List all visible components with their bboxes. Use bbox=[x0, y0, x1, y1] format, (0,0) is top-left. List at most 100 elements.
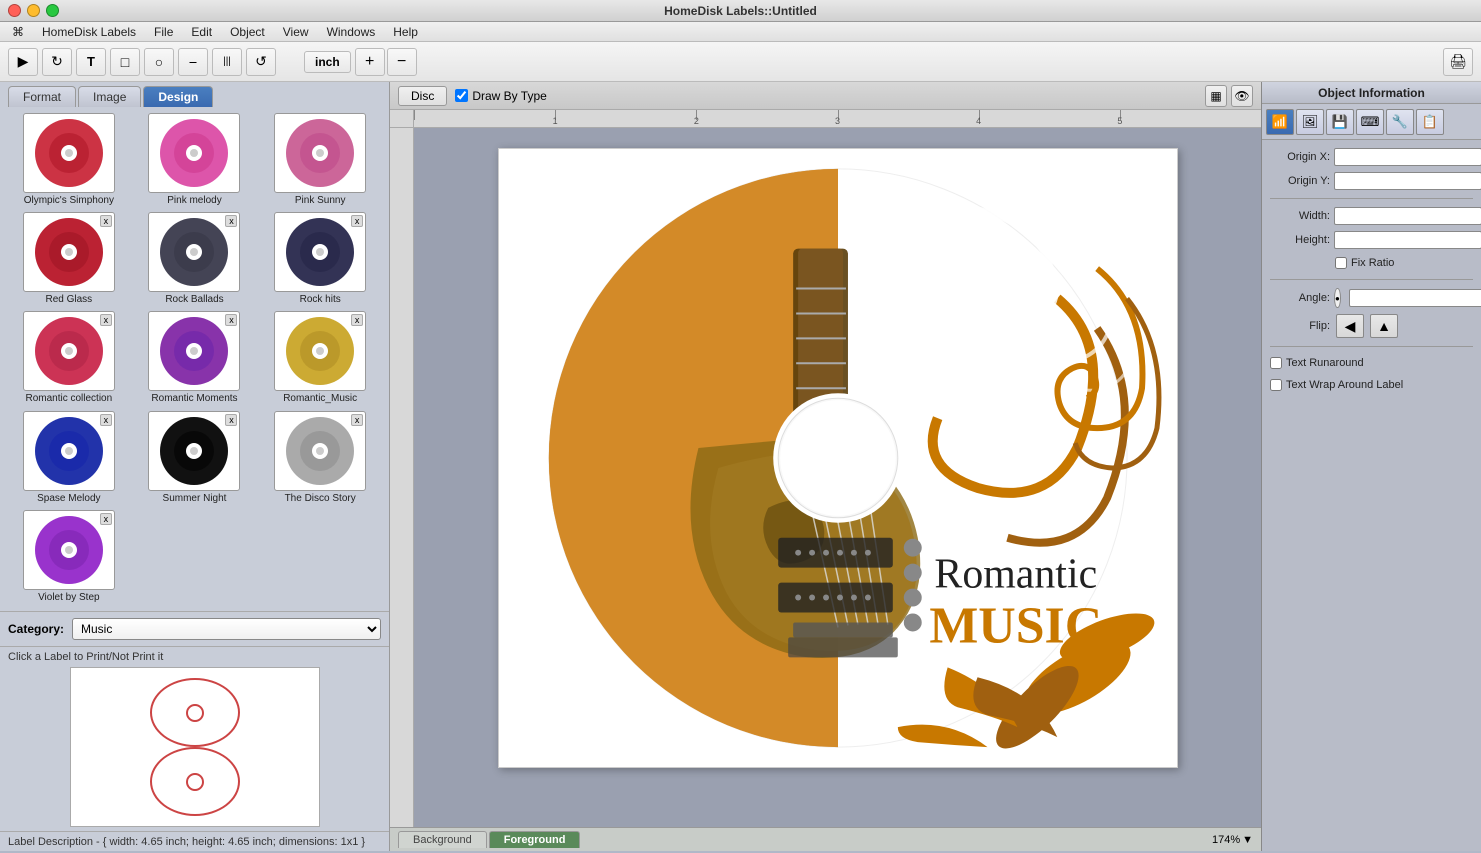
ruler-corner bbox=[390, 110, 414, 128]
rp-icon-2[interactable]: 🖼 bbox=[1296, 109, 1324, 135]
horizontal-ruler: 12345 bbox=[414, 110, 1261, 128]
draw-by-type: Draw By Type bbox=[455, 89, 546, 103]
unit-button[interactable]: inch bbox=[304, 51, 351, 73]
thumb-close[interactable]: x bbox=[351, 314, 363, 326]
flip-horizontal-button[interactable]: ◀ bbox=[1336, 314, 1364, 338]
thumb-close[interactable]: x bbox=[225, 314, 237, 326]
rp-icon-4[interactable]: ⌨ bbox=[1356, 109, 1384, 135]
tab-image[interactable]: Image bbox=[78, 86, 141, 107]
thumb-close[interactable]: x bbox=[225, 215, 237, 227]
minimize-button[interactable] bbox=[27, 4, 40, 17]
rotate-tool[interactable]: ↺ bbox=[246, 48, 276, 76]
thumb-item[interactable]: x Rock Ballads bbox=[134, 212, 256, 307]
print-button[interactable]: 🖨 bbox=[1443, 48, 1473, 76]
thumb-item[interactable]: x Romantic_Music bbox=[259, 311, 381, 406]
width-input[interactable] bbox=[1334, 207, 1481, 225]
maximize-button[interactable] bbox=[46, 4, 59, 17]
eye-btn[interactable]: 👁 bbox=[1231, 85, 1253, 107]
print-cd-hole-bottom bbox=[186, 773, 204, 791]
disc-toolbar: Disc Draw By Type ▦ 👁 bbox=[390, 82, 1261, 110]
zoom-indicator: 174% ▼ bbox=[1212, 834, 1253, 846]
thumb-item[interactable]: x Spase Melody bbox=[8, 411, 130, 506]
thumb-close[interactable]: x bbox=[351, 215, 363, 227]
thumb-item[interactable]: Pink melody bbox=[134, 113, 256, 208]
category-area: Category: Music Movies Games bbox=[0, 611, 389, 646]
line-tool[interactable]: ⎯ bbox=[178, 48, 208, 76]
disc-button[interactable]: Disc bbox=[398, 86, 447, 106]
origin-x-row: Origin X: ▲ ▼ bbox=[1270, 148, 1473, 166]
rect-tool[interactable]: □ bbox=[110, 48, 140, 76]
draw-by-type-label: Draw By Type bbox=[472, 89, 546, 103]
arrow-tool[interactable]: ▶ bbox=[8, 48, 38, 76]
menu-edit[interactable]: Edit bbox=[183, 23, 220, 41]
thumb-item[interactable]: x Violet by Step bbox=[8, 510, 130, 605]
thumb-image: x bbox=[23, 411, 115, 491]
thumb-item[interactable]: Pink Sunny bbox=[259, 113, 381, 208]
thumb-close[interactable]: x bbox=[100, 414, 112, 426]
menu-help[interactable]: Help bbox=[385, 23, 426, 41]
cd-design[interactable]: Romantic MUSIC bbox=[498, 148, 1178, 768]
fix-ratio-checkbox[interactable] bbox=[1335, 257, 1347, 269]
angle-dial[interactable]: ● bbox=[1334, 288, 1341, 308]
zoom-out-button[interactable]: − bbox=[387, 48, 417, 76]
menu-windows[interactable]: Windows bbox=[319, 23, 384, 41]
svg-text:Romantic: Romantic bbox=[934, 552, 1097, 598]
layer-btn[interactable]: ▦ bbox=[1205, 85, 1227, 107]
tab-foreground[interactable]: Foreground bbox=[489, 831, 581, 848]
origin-x-input[interactable] bbox=[1334, 148, 1481, 166]
rp-icon-1[interactable]: 📶 bbox=[1266, 109, 1294, 135]
origin-y-input[interactable] bbox=[1334, 172, 1481, 190]
right-panel-icons: 📶 🖼 💾 ⌨ 🔧 📋 bbox=[1262, 104, 1481, 140]
flip-vertical-button[interactable]: ▲ bbox=[1370, 314, 1398, 338]
thumb-item[interactable]: x Rock hits bbox=[259, 212, 381, 307]
thumb-image: x bbox=[148, 311, 240, 391]
thumb-item[interactable]: Olympic's Simphony bbox=[8, 113, 130, 208]
tab-design[interactable]: Design bbox=[143, 86, 213, 107]
thumb-label: Romantic_Music bbox=[283, 393, 357, 404]
form-area: Origin X: ▲ ▼ Origin Y: ▲ ▼ bbox=[1262, 140, 1481, 401]
barcode-tool[interactable]: ||| bbox=[212, 48, 242, 76]
thumb-image: x bbox=[274, 311, 366, 391]
canvas-content[interactable]: Romantic MUSIC bbox=[414, 128, 1261, 827]
undo-tool[interactable]: ↻ bbox=[42, 48, 72, 76]
menu-apple[interactable]: ⌘ bbox=[4, 23, 32, 41]
rp-icon-3[interactable]: 💾 bbox=[1326, 109, 1354, 135]
print-cd-bottom[interactable] bbox=[150, 747, 240, 816]
text-runaround-checkbox[interactable] bbox=[1270, 357, 1282, 369]
thumb-close[interactable]: x bbox=[100, 314, 112, 326]
menu-appname[interactable]: HomeDisk Labels bbox=[34, 23, 144, 41]
thumb-close[interactable]: x bbox=[225, 414, 237, 426]
thumb-item[interactable]: x Romantic collection bbox=[8, 311, 130, 406]
category-select[interactable]: Music Movies Games bbox=[72, 618, 381, 640]
draw-by-type-checkbox[interactable] bbox=[455, 89, 468, 102]
thumb-item[interactable]: x Romantic Moments bbox=[134, 311, 256, 406]
text-wrap-checkbox[interactable] bbox=[1270, 379, 1282, 391]
thumb-item[interactable]: x Red Glass bbox=[8, 212, 130, 307]
thumb-label: Spase Melody bbox=[37, 493, 100, 504]
canvas-area: Disc Draw By Type ▦ 👁 12345 bbox=[390, 82, 1261, 851]
tab-background[interactable]: Background bbox=[398, 831, 487, 848]
window-controls[interactable] bbox=[8, 4, 59, 17]
separator-1 bbox=[1270, 198, 1473, 199]
circle-tool[interactable]: ○ bbox=[144, 48, 174, 76]
menu-view[interactable]: View bbox=[275, 23, 317, 41]
menu-object[interactable]: Object bbox=[222, 23, 273, 41]
thumb-close[interactable]: x bbox=[100, 215, 112, 227]
rp-icon-5[interactable]: 🔧 bbox=[1386, 109, 1414, 135]
thumb-close[interactable]: x bbox=[351, 414, 363, 426]
thumb-item[interactable]: x Summer Night bbox=[134, 411, 256, 506]
tab-format[interactable]: Format bbox=[8, 86, 76, 107]
thumb-image bbox=[148, 113, 240, 193]
rp-icon-6[interactable]: 📋 bbox=[1416, 109, 1444, 135]
zoom-in-button[interactable]: + bbox=[355, 48, 385, 76]
thumb-image: x bbox=[23, 311, 115, 391]
close-button[interactable] bbox=[8, 4, 21, 17]
menu-file[interactable]: File bbox=[146, 23, 181, 41]
angle-input[interactable] bbox=[1349, 289, 1481, 307]
thumb-close[interactable]: x bbox=[100, 513, 112, 525]
text-tool[interactable]: T bbox=[76, 48, 106, 76]
height-input[interactable] bbox=[1334, 231, 1481, 249]
print-cd-top[interactable] bbox=[150, 678, 240, 747]
thumb-item[interactable]: x The Disco Story bbox=[259, 411, 381, 506]
thumb-label: Romantic collection bbox=[25, 393, 112, 404]
